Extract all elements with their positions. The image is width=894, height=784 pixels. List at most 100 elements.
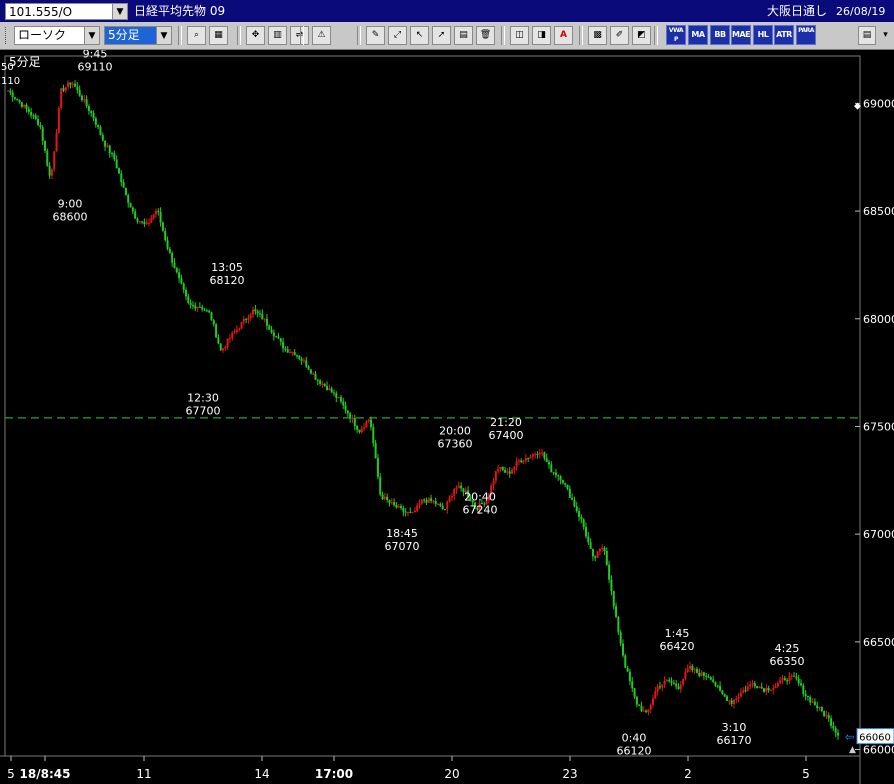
candle-body <box>307 366 310 370</box>
zoom-icon[interactable]: ⌕ <box>187 26 206 45</box>
candle-body <box>617 616 620 633</box>
candle-body <box>374 443 377 458</box>
candle-body <box>825 715 828 717</box>
candle-body <box>832 725 835 729</box>
indicator-hl-button[interactable]: HL <box>753 25 773 45</box>
toolbar-scroll-icon[interactable]: ▾ <box>879 26 892 45</box>
annotation-value: 67700 <box>186 404 221 417</box>
tool-icon[interactable]: ✐ <box>610 26 629 45</box>
candle-body <box>87 106 90 111</box>
candle-body <box>753 683 756 687</box>
candle-body <box>443 509 446 511</box>
candle-body <box>27 108 30 113</box>
annotation-value: 66170 <box>717 734 752 747</box>
layout-icon[interactable]: ▤ <box>858 26 876 45</box>
title-bar: 101.555/O ▼ 日経平均先物 09 大阪日通し 26/08/19 <box>0 0 894 22</box>
chart-background <box>0 50 894 784</box>
toolbar-separator <box>300 26 304 45</box>
candle-body <box>358 429 361 433</box>
annotation-time: 21:20 <box>490 416 522 429</box>
candle-body <box>208 310 211 313</box>
interval-select[interactable]: 5分足 ▼ <box>104 26 172 45</box>
settings-icon[interactable]: ▩ <box>588 26 607 45</box>
all-icon[interactable]: A <box>554 26 573 45</box>
candle-body <box>298 355 301 359</box>
candle-body <box>231 333 234 339</box>
candle-body <box>802 685 805 694</box>
candle-body <box>282 341 285 349</box>
candle-body <box>439 504 442 506</box>
candle-body <box>786 680 789 682</box>
candle-body <box>46 150 49 166</box>
candle-body <box>9 90 12 93</box>
annotation-time: 9:45 <box>83 50 108 61</box>
candle-body <box>7 90 9 92</box>
indicator-atr-button[interactable]: ATR <box>774 25 794 45</box>
candle-body <box>658 686 661 688</box>
candle-body <box>92 112 95 119</box>
price-chart[interactable]: 66000 66500 67000 67500 68000 68500 69000◆ 5 18/… <box>0 50 894 784</box>
candle-adjust-icon[interactable]: ◨ <box>532 26 551 45</box>
candle-body <box>16 98 19 101</box>
indicator-vwap-button[interactable]: VWAP <box>666 25 686 45</box>
candle-body <box>254 309 257 312</box>
candle-body <box>295 355 298 357</box>
candle-body <box>776 683 779 687</box>
pencil-icon[interactable]: ✎ <box>366 26 385 45</box>
candle-body <box>272 332 275 337</box>
trash-icon[interactable]: 🗑︎ <box>476 26 495 45</box>
chart-style-dropdown-icon[interactable]: ▼ <box>84 27 99 44</box>
line-tool-icon[interactable]: ⤢ <box>388 26 407 45</box>
candle-body <box>411 512 414 514</box>
candle-body <box>767 688 770 691</box>
candle-select-icon[interactable]: ◫ <box>510 26 529 45</box>
date-label: 26/08/19 <box>836 5 886 18</box>
candle-body <box>129 202 132 208</box>
candle-body <box>400 506 403 508</box>
candle-body <box>691 666 694 670</box>
candle-body <box>210 312 213 321</box>
volume-icon[interactable]: ▥ <box>268 26 287 45</box>
indicator-mae-button[interactable]: MAE <box>731 25 751 45</box>
candle-body <box>457 485 460 488</box>
memo-icon[interactable]: ▤ <box>454 26 473 45</box>
candle-body <box>191 305 194 307</box>
scroll-up-icon: ▲ <box>849 745 856 755</box>
candle-body <box>601 547 604 550</box>
arrow-tool-icon[interactable]: ➚ <box>432 26 451 45</box>
candle-body <box>224 346 227 349</box>
symbol-field[interactable]: 101.555/O ▼ <box>5 3 128 20</box>
cursor-icon[interactable]: ↖ <box>410 26 429 45</box>
candle-body <box>515 461 518 467</box>
candle-body <box>446 501 449 510</box>
candle-body <box>682 679 685 685</box>
candle-body <box>143 221 146 224</box>
candle-body <box>448 497 451 502</box>
indicator-ma-button[interactable]: MA <box>688 25 708 45</box>
grid-icon[interactable]: ▦ <box>209 26 228 45</box>
symbol-dropdown-icon[interactable]: ▼ <box>112 4 127 19</box>
candle-shape-icon[interactable]: ✥ <box>246 26 265 45</box>
annotation-time: 1:45 <box>665 627 690 640</box>
candle-body <box>763 688 766 692</box>
candle-body <box>323 383 326 387</box>
candle-body <box>339 397 342 402</box>
candle-body <box>367 419 370 422</box>
candle-body <box>74 83 77 87</box>
candle-body <box>203 309 206 311</box>
fib-icon[interactable]: ⚠ <box>312 26 331 45</box>
indicator-bb-button[interactable]: BB <box>710 25 730 45</box>
interval-dropdown-icon[interactable]: ▼ <box>156 27 171 44</box>
candle-body <box>122 182 125 188</box>
candle-body <box>603 547 606 551</box>
candle-body <box>369 419 372 428</box>
palette-icon[interactable]: ◩ <box>632 26 651 45</box>
candle-body <box>672 682 675 684</box>
candle-body <box>744 690 747 692</box>
indicator-para-button[interactable]: PARA <box>796 25 816 45</box>
candle-body <box>497 468 500 472</box>
toolbar-separator <box>237 26 241 45</box>
chart-style-select[interactable]: ローソク ▼ <box>14 26 100 45</box>
candle-body <box>820 706 823 712</box>
annotation-time: 13:05 <box>211 261 243 274</box>
